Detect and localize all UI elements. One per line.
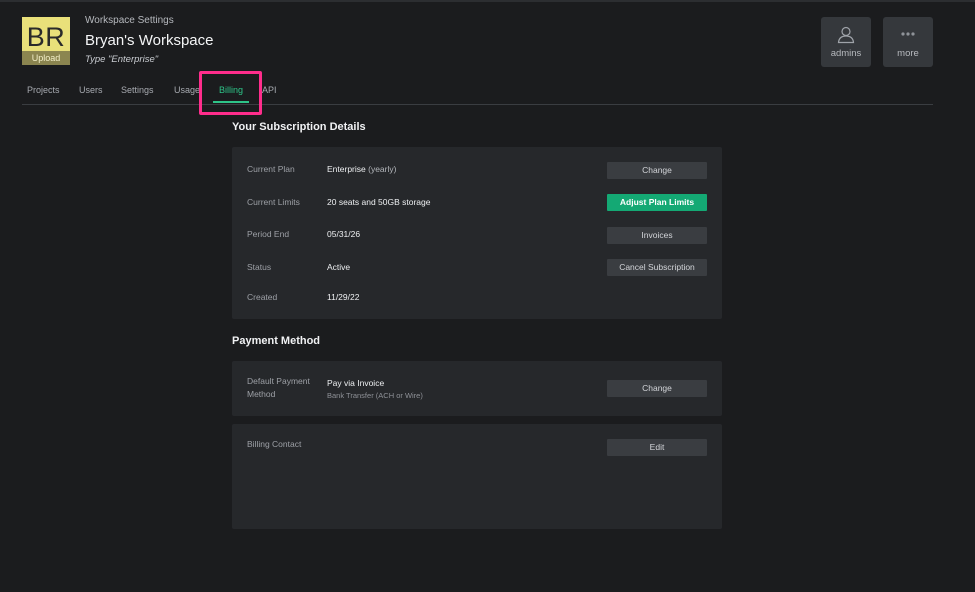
tab-settings[interactable]: Settings: [121, 85, 154, 95]
status-label: Status: [247, 262, 272, 272]
avatar-upload-label[interactable]: Upload: [22, 51, 70, 65]
workspace-type: Type "Enterprise": [85, 54, 159, 65]
period-end-value: 05/31/26: [327, 229, 361, 239]
workspace-settings-kicker: Workspace Settings: [85, 15, 174, 26]
tab-usage[interactable]: Usage: [174, 85, 200, 95]
avatar-initials: BR: [26, 22, 66, 52]
tabs-divider: [22, 104, 933, 105]
current-plan-name: Enterprise: [327, 164, 366, 174]
current-plan-period: (yearly): [368, 164, 397, 174]
default-payment-method-detail: Bank Transfer (ACH or Wire): [327, 391, 423, 400]
payment-method-card: Default Payment Method Pay via Invoice B…: [232, 361, 722, 416]
workspace-name: Bryan's Workspace: [85, 32, 214, 49]
current-limits-label: Current Limits: [247, 197, 300, 207]
change-plan-button[interactable]: Change: [607, 162, 707, 179]
default-payment-method-value: Pay via Invoice: [327, 378, 385, 388]
cancel-subscription-button[interactable]: Cancel Subscription: [607, 259, 707, 276]
more-button-label: more: [897, 48, 919, 59]
change-payment-button[interactable]: Change: [607, 380, 707, 397]
top-border: [0, 0, 975, 2]
admins-button-label: admins: [830, 48, 862, 59]
person-icon: [821, 26, 871, 44]
subscription-card: Current Plan Enterprise (yearly) Change …: [232, 147, 722, 319]
tab-users[interactable]: Users: [79, 85, 103, 95]
more-button[interactable]: more: [883, 17, 933, 67]
period-end-label: Period End: [247, 229, 290, 239]
invoices-button[interactable]: Invoices: [607, 227, 707, 244]
adjust-plan-limits-button[interactable]: Adjust Plan Limits: [607, 194, 707, 211]
current-limits-value: 20 seats and 50GB storage: [327, 197, 431, 207]
billing-contact-label: Billing Contact: [247, 439, 302, 449]
default-payment-method-label: Default Payment Method: [247, 376, 310, 399]
tab-billing[interactable]: Billing: [219, 85, 243, 95]
current-plan-value: Enterprise (yearly): [327, 164, 396, 174]
status-value: Active: [327, 262, 351, 272]
active-tab-indicator: [213, 101, 249, 103]
payment-section-title: Payment Method: [232, 335, 321, 347]
created-label: Created: [247, 292, 278, 302]
tab-projects[interactable]: Projects: [27, 85, 60, 95]
subscription-section-title: Your Subscription Details: [232, 121, 366, 133]
workspace-avatar[interactable]: BR Upload: [22, 17, 70, 65]
current-plan-label: Current Plan: [247, 164, 295, 174]
ellipsis-icon: [883, 26, 933, 44]
edit-billing-contact-button[interactable]: Edit: [607, 439, 707, 456]
billing-contact-card: Billing Contact Edit: [232, 424, 722, 529]
created-value: 11/29/22: [327, 292, 360, 302]
admins-button[interactable]: admins: [821, 17, 871, 67]
tab-api[interactable]: API: [262, 85, 277, 95]
